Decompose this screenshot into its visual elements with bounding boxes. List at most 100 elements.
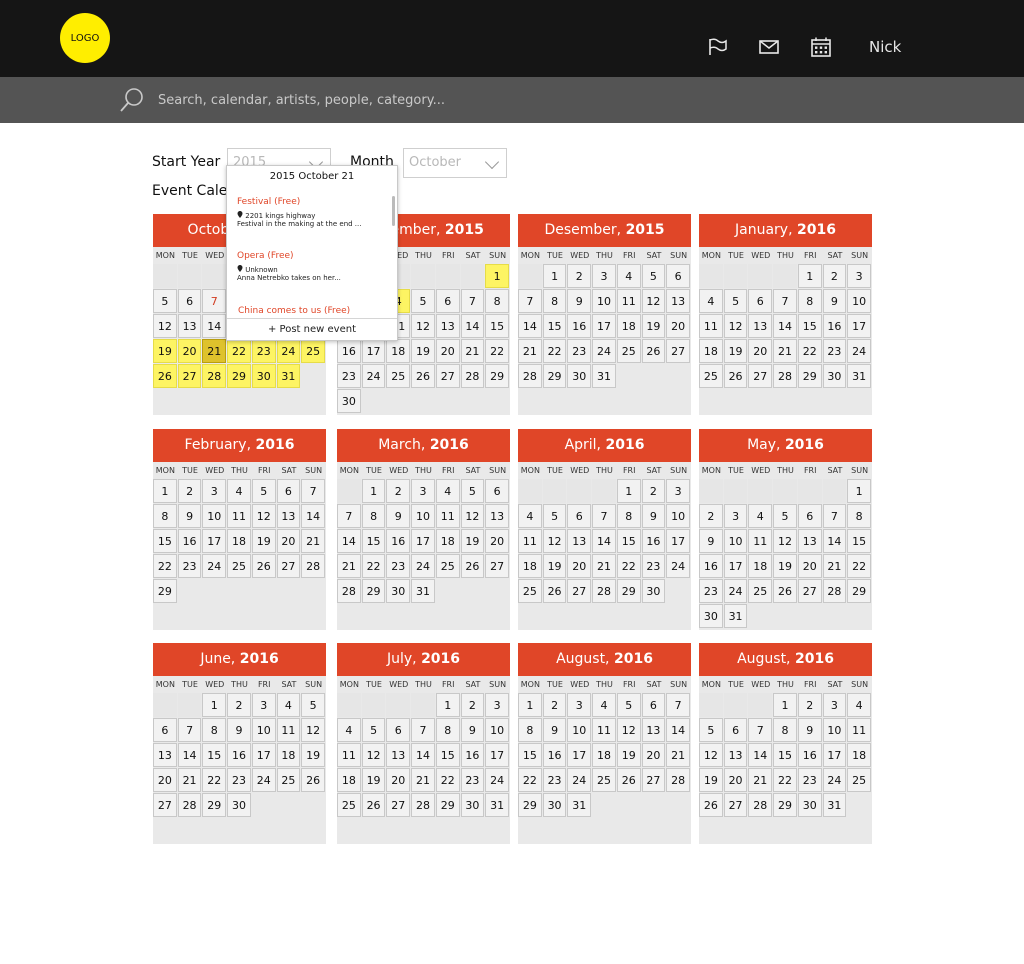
day-cell[interactable]: 13 [485,504,509,528]
day-cell[interactable]: 11 [616,289,641,313]
day-cell[interactable]: 6 [567,504,592,528]
day-cell[interactable]: 4 [518,504,542,528]
day-cell[interactable]: 16 [641,529,666,553]
day-cell[interactable]: 27 [797,579,822,603]
day-cell[interactable]: 12 [723,314,748,338]
day-cell[interactable]: 18 [435,529,460,553]
day-cell[interactable]: 25 [337,793,361,817]
day-cell[interactable]: 12 [361,743,386,767]
day-cell[interactable]: 15 [153,529,177,553]
day-cell[interactable]: 1 [435,693,460,717]
day-cell[interactable]: 25 [616,339,641,363]
day-cell[interactable]: 8 [542,289,567,313]
day-cell[interactable]: 5 [301,693,325,717]
day-cell[interactable]: 26 [616,768,641,792]
day-cell[interactable]: 23 [542,768,567,792]
day-cell[interactable]: 29 [797,364,822,388]
day-cell[interactable]: 5 [641,264,666,288]
day-cell[interactable]: 23 [227,768,251,792]
day-cell[interactable]: 15 [485,314,509,338]
day-cell[interactable]: 22 [227,339,251,363]
day-cell[interactable]: 8 [847,504,871,528]
day-cell[interactable]: 5 [411,289,435,313]
day-cell[interactable]: 25 [386,364,411,388]
day-cell[interactable]: 10 [202,504,227,528]
day-cell[interactable]: 14 [748,743,773,767]
logo[interactable]: LOGO [60,13,110,63]
day-cell[interactable]: 24 [567,768,592,792]
day-cell[interactable]: 1 [797,264,822,288]
day-cell[interactable]: 13 [153,743,177,767]
day-cell[interactable]: 18 [337,768,361,792]
day-cell[interactable]: 12 [616,718,641,742]
day-cell[interactable]: 21 [748,768,773,792]
day-cell[interactable]: 12 [251,504,276,528]
day-cell[interactable]: 23 [797,768,822,792]
day-cell[interactable]: 23 [641,554,666,578]
month-title[interactable]: Desember, 2015 [518,214,691,247]
day-cell[interactable]: 8 [616,504,641,528]
day-cell[interactable]: 25 [435,554,460,578]
day-cell[interactable]: 7 [301,479,325,503]
day-cell[interactable]: 17 [567,743,592,767]
day-cell[interactable]: 1 [847,479,871,503]
day-cell[interactable]: 18 [699,339,723,363]
day-cell[interactable]: 20 [177,339,202,363]
day-cell[interactable]: 31 [567,793,592,817]
day-cell[interactable]: 10 [847,289,871,313]
day-cell[interactable]: 2 [641,479,666,503]
day-cell[interactable]: 13 [177,314,202,338]
day-cell[interactable]: 1 [153,479,177,503]
day-cell[interactable]: 10 [567,718,592,742]
month-title[interactable]: August, 2016 [518,643,691,676]
day-cell[interactable]: 31 [847,364,871,388]
day-cell[interactable]: 7 [177,718,202,742]
day-cell[interactable]: 30 [337,389,361,413]
day-cell[interactable]: 1 [485,264,509,288]
popup-event-title[interactable]: Opera (Free) [237,251,377,261]
day-cell[interactable]: 4 [227,479,251,503]
day-cell[interactable]: 22 [847,554,871,578]
day-cell[interactable]: 31 [822,793,847,817]
month-title[interactable]: June, 2016 [153,643,326,676]
day-cell[interactable]: 12 [641,289,666,313]
day-cell[interactable]: 6 [485,479,509,503]
day-cell[interactable]: 15 [542,314,567,338]
day-cell[interactable]: 13 [276,504,301,528]
day-cell[interactable]: 16 [227,743,251,767]
day-cell[interactable]: 28 [177,793,202,817]
day-cell[interactable]: 9 [797,718,822,742]
day-cell[interactable]: 28 [411,793,435,817]
day-cell[interactable]: 20 [276,529,301,553]
day-cell[interactable]: 5 [153,289,177,313]
day-cell[interactable]: 7 [202,289,227,313]
day-cell[interactable]: 13 [386,743,411,767]
day-cell[interactable]: 11 [276,718,301,742]
day-cell[interactable]: 26 [411,364,435,388]
day-cell[interactable]: 13 [748,314,773,338]
day-cell[interactable]: 1 [773,693,797,717]
day-cell[interactable]: 26 [773,579,797,603]
day-cell[interactable]: 17 [822,743,847,767]
flag-icon[interactable] [707,36,729,58]
day-cell[interactable]: 15 [616,529,641,553]
day-cell[interactable]: 19 [153,339,177,363]
day-cell[interactable]: 14 [460,314,485,338]
popup-scrollbar[interactable] [392,196,395,226]
day-cell[interactable]: 4 [847,693,871,717]
day-cell[interactable]: 20 [666,314,690,338]
day-cell[interactable]: 26 [251,554,276,578]
day-cell[interactable]: 24 [666,554,690,578]
day-cell[interactable]: 29 [847,579,871,603]
day-cell[interactable]: 10 [723,529,748,553]
day-cell[interactable]: 28 [460,364,485,388]
day-cell[interactable]: 5 [723,289,748,313]
month-title[interactable]: May, 2016 [699,429,872,462]
day-cell[interactable]: 28 [773,364,797,388]
day-cell[interactable]: 21 [202,339,227,363]
day-cell[interactable]: 2 [797,693,822,717]
day-cell[interactable]: 8 [361,504,386,528]
day-cell[interactable]: 13 [723,743,748,767]
day-cell[interactable]: 4 [748,504,773,528]
day-cell[interactable]: 19 [460,529,485,553]
